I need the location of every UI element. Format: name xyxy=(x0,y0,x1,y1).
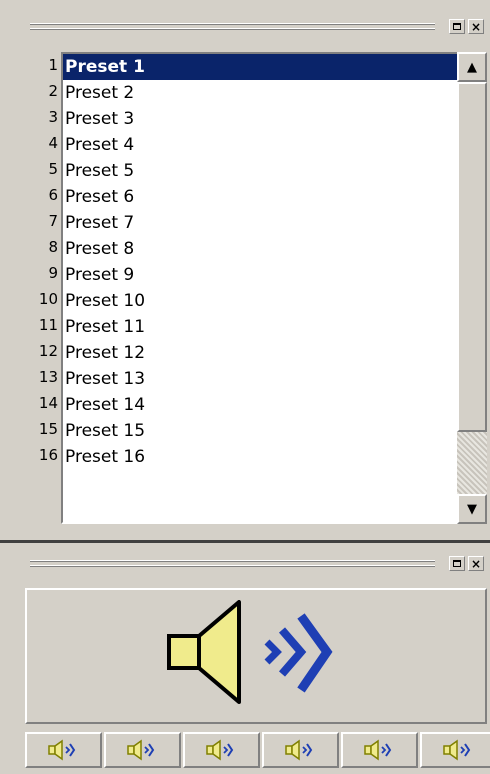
preset-list-item[interactable]: Preset 15 xyxy=(63,418,464,444)
channel-speaker-button[interactable] xyxy=(420,732,490,768)
close-button[interactable]: × xyxy=(468,556,484,571)
speaker-icon xyxy=(442,739,470,761)
channel-speaker-button[interactable] xyxy=(183,732,260,768)
preset-number: 5 xyxy=(48,160,58,178)
arrow-up-icon: ▲ xyxy=(467,59,477,75)
preset-number: 12 xyxy=(38,342,58,360)
vertical-scrollbar[interactable]: ▲ ▼ xyxy=(457,52,487,524)
preset-number: 3 xyxy=(48,108,58,126)
preset-number: 16 xyxy=(38,446,58,464)
preset-list-item[interactable]: Preset 1 xyxy=(63,54,464,80)
preset-number: 11 xyxy=(38,316,58,334)
scroll-down-button[interactable]: ▼ xyxy=(457,494,487,524)
speaker-icon xyxy=(284,739,312,761)
channel-speaker-button[interactable] xyxy=(25,732,102,768)
preset-number: 13 xyxy=(38,368,58,386)
preset-list-item[interactable]: Preset 10 xyxy=(63,288,464,314)
close-icon: × xyxy=(470,556,482,571)
preset-list-item[interactable]: Preset 5 xyxy=(63,158,464,184)
channel-speaker-button[interactable] xyxy=(262,732,339,768)
preset-list-item[interactable]: Preset 6 xyxy=(63,184,464,210)
speaker-icon xyxy=(47,739,75,761)
scroll-track-remainder[interactable] xyxy=(457,432,487,494)
maximize-button[interactable] xyxy=(449,19,465,34)
preset-list-item[interactable]: Preset 7 xyxy=(63,210,464,236)
preset-list-item[interactable]: Preset 3 xyxy=(63,106,464,132)
preset-number: 4 xyxy=(48,134,58,152)
preset-listbox[interactable]: Preset 1 Preset 2 Preset 3 Preset 4 Preset 5… xyxy=(61,52,466,524)
preset-list-item[interactable]: Preset 14 xyxy=(63,392,464,418)
dock-header[interactable]: × xyxy=(0,555,490,579)
arrow-down-icon: ▼ xyxy=(467,501,477,517)
preset-number: 1 xyxy=(48,56,58,74)
preset-list-item[interactable]: Preset 16 xyxy=(63,444,464,470)
preset-number: 10 xyxy=(38,290,58,308)
grip-bar[interactable] xyxy=(30,23,435,30)
channel-speaker-button[interactable] xyxy=(341,732,418,768)
preset-list-item[interactable]: Preset 2 xyxy=(63,80,464,106)
preset-number-column: 1 2 3 4 5 6 7 8 9 10 11 12 13 14 15 16 xyxy=(24,52,60,468)
preset-number: 6 xyxy=(48,186,58,204)
scroll-track[interactable] xyxy=(457,82,487,494)
preset-list-item[interactable]: Preset 4 xyxy=(63,132,464,158)
preset-list-item[interactable]: Preset 11 xyxy=(63,314,464,340)
maximize-icon xyxy=(453,560,461,567)
close-button[interactable]: × xyxy=(468,19,484,34)
channel-speaker-button[interactable] xyxy=(104,732,181,768)
speaker-volume-icon xyxy=(167,600,333,704)
channel-button-row xyxy=(25,732,490,768)
preset-list-item[interactable]: Preset 8 xyxy=(63,236,464,262)
preset-list-item[interactable]: Preset 9 xyxy=(63,262,464,288)
speaker-icon xyxy=(205,739,233,761)
preset-panel: × 1 2 3 4 5 6 7 8 9 10 11 12 13 14 15 16 Preset 1 Preset… xyxy=(0,0,490,540)
dock-header[interactable]: × xyxy=(0,18,490,42)
speaker-icon xyxy=(126,739,154,761)
preset-number: 7 xyxy=(48,212,58,230)
speaker-icon xyxy=(363,739,391,761)
grip-bar[interactable] xyxy=(30,560,435,567)
close-icon: × xyxy=(470,19,482,34)
preset-number: 8 xyxy=(48,238,58,256)
preset-list-item[interactable]: Preset 12 xyxy=(63,340,464,366)
preset-number: 2 xyxy=(48,82,58,100)
preset-number: 14 xyxy=(38,394,58,412)
maximize-button[interactable] xyxy=(449,556,465,571)
master-speaker-button[interactable] xyxy=(25,588,487,724)
preset-number: 15 xyxy=(38,420,58,438)
maximize-icon xyxy=(453,23,461,30)
speaker-panel: × xyxy=(0,543,490,774)
preset-list-item[interactable]: Preset 13 xyxy=(63,366,464,392)
scroll-thumb[interactable] xyxy=(457,82,487,432)
preset-number: 9 xyxy=(48,264,58,282)
scroll-up-button[interactable]: ▲ xyxy=(457,52,487,82)
